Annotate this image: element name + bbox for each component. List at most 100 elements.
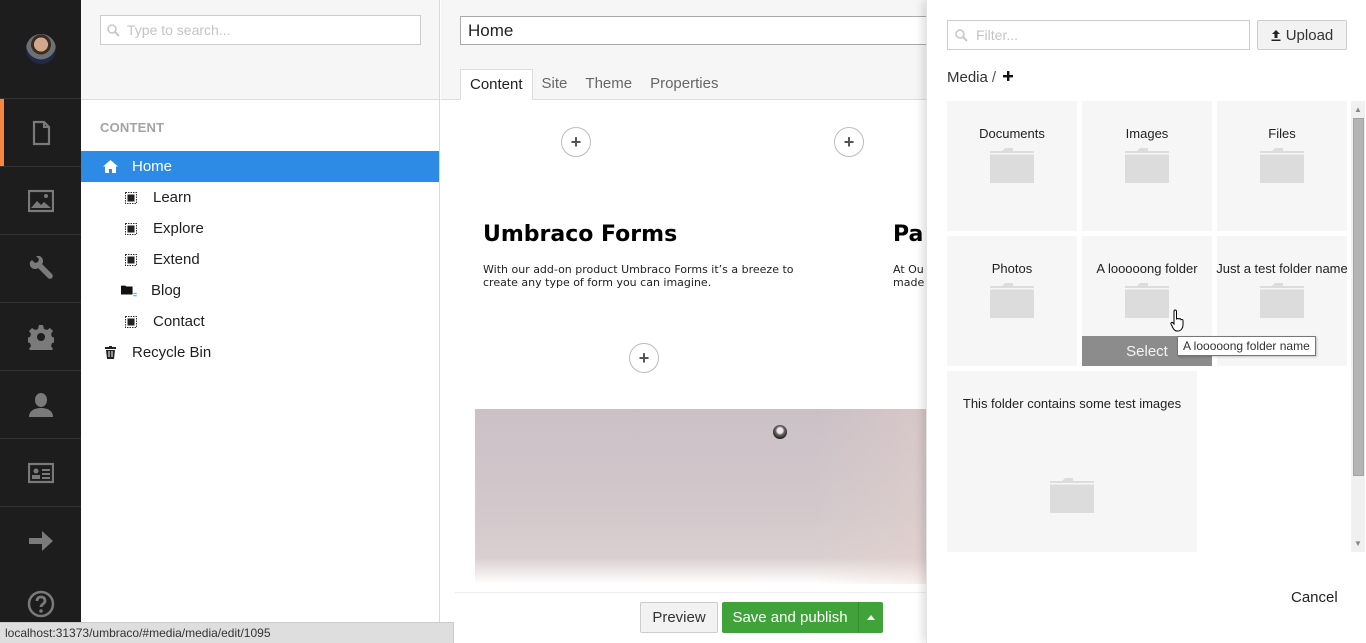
upload-label: Upload bbox=[1285, 26, 1334, 44]
plus-icon: + bbox=[638, 348, 650, 368]
add-content-button[interactable]: + bbox=[629, 343, 659, 373]
tree-item-blog[interactable]: Blog bbox=[81, 275, 439, 306]
folder-icon bbox=[1260, 148, 1304, 183]
folder-name: Files bbox=[1268, 126, 1296, 141]
tree-item-label: Recycle Bin bbox=[132, 344, 212, 361]
folder-name-tooltip: A looooong folder name bbox=[1177, 336, 1316, 356]
section-developer[interactable] bbox=[0, 235, 81, 303]
home-icon bbox=[102, 160, 118, 174]
breadcrumb-separator: / bbox=[991, 68, 997, 86]
app-sidebar bbox=[0, 0, 81, 643]
save-and-publish-label: Save and publish bbox=[732, 609, 848, 626]
plus-icon: + bbox=[843, 132, 855, 152]
tree-item-recycle-bin[interactable]: Recycle Bin bbox=[81, 337, 439, 368]
section-forms[interactable] bbox=[0, 507, 81, 575]
hand-cursor-icon bbox=[1170, 309, 1184, 332]
gear-icon bbox=[27, 324, 54, 350]
add-content-button[interactable]: + bbox=[561, 127, 591, 157]
folder-tile[interactable]: Photos bbox=[947, 236, 1077, 366]
folder-name: Photos bbox=[991, 261, 1033, 276]
folder-icon bbox=[1050, 478, 1094, 513]
help-button[interactable] bbox=[0, 590, 81, 618]
folder-name: Documents bbox=[979, 126, 1045, 141]
content-block-icon bbox=[123, 253, 139, 267]
block-text: At Ou made bbox=[893, 263, 925, 289]
section-settings[interactable] bbox=[0, 303, 81, 371]
cancel-button[interactable]: Cancel bbox=[1291, 589, 1338, 606]
node-name-input[interactable] bbox=[460, 16, 940, 45]
media-filter-input[interactable] bbox=[976, 27, 1236, 43]
tree-item-label: Blog bbox=[151, 282, 182, 299]
user-avatar[interactable] bbox=[25, 34, 56, 64]
breadcrumb-media-root[interactable]: Media bbox=[947, 69, 988, 86]
preview-button[interactable]: Preview bbox=[640, 602, 718, 633]
tree-item-extend[interactable]: Extend bbox=[81, 244, 439, 275]
content-block-icon bbox=[123, 222, 139, 236]
tree-item-label: Extend bbox=[153, 251, 200, 268]
search-icon bbox=[955, 28, 968, 42]
tree-item-label: Home bbox=[132, 158, 173, 175]
scroll-up-icon[interactable]: ▲ bbox=[1354, 105, 1362, 114]
browser-status-bar: localhost:31373/umbraco/#media/media/edi… bbox=[0, 622, 454, 643]
folder-icon bbox=[990, 283, 1034, 318]
section-users[interactable] bbox=[0, 371, 81, 439]
media-filter[interactable] bbox=[947, 20, 1250, 50]
content-block-icon bbox=[123, 315, 139, 329]
folder-list-icon bbox=[121, 284, 137, 298]
folder-name: Images bbox=[1125, 126, 1169, 141]
folder-icon bbox=[1125, 283, 1169, 318]
tab-properties[interactable]: Properties bbox=[641, 69, 727, 100]
tree-section-title: CONTENT bbox=[100, 120, 165, 135]
user-icon bbox=[28, 392, 53, 417]
tab-site[interactable]: Site bbox=[533, 69, 577, 100]
tab-theme[interactable]: Theme bbox=[576, 69, 641, 100]
folder-tile[interactable]: Files bbox=[1217, 101, 1347, 231]
image-focal-point[interactable] bbox=[773, 425, 787, 439]
save-and-publish-button[interactable]: Save and publish bbox=[722, 602, 883, 633]
scroll-down-icon[interactable]: ▼ bbox=[1354, 539, 1362, 548]
tree-search-input[interactable] bbox=[127, 22, 407, 38]
media-grid-scrollbar[interactable]: ▲ ▼ bbox=[1351, 101, 1365, 552]
tree-item-explore[interactable]: Explore bbox=[81, 213, 439, 244]
upload-button[interactable]: Upload bbox=[1257, 20, 1347, 50]
content-tree-panel: CONTENT Home Learn Explore Extend Blog C… bbox=[81, 0, 440, 643]
block-text: With our add-on product Umbraco Forms it… bbox=[483, 263, 794, 289]
folder-name: This folder contains some test images bbox=[962, 396, 1182, 411]
help-icon bbox=[27, 590, 54, 618]
block-title: Pa bbox=[893, 222, 924, 247]
content-block-icon bbox=[123, 191, 139, 205]
plus-icon bbox=[1003, 71, 1014, 81]
folder-tile[interactable]: Images bbox=[1082, 101, 1212, 231]
upload-icon bbox=[1271, 29, 1281, 41]
folder-icon bbox=[990, 148, 1034, 183]
section-members[interactable] bbox=[0, 439, 81, 507]
plus-icon: + bbox=[570, 132, 582, 152]
media-picker-panel: Upload Media / Documents Images Files Ph… bbox=[926, 0, 1366, 643]
create-folder-button[interactable] bbox=[1003, 68, 1014, 86]
folder-tile[interactable]: Documents bbox=[947, 101, 1077, 231]
section-content[interactable] bbox=[0, 99, 81, 167]
tree-item-label: Contact bbox=[153, 313, 205, 330]
folder-icon bbox=[1260, 283, 1304, 318]
tab-content[interactable]: Content bbox=[460, 69, 533, 100]
block-title: Umbraco Forms bbox=[483, 222, 678, 247]
tree-search[interactable] bbox=[100, 15, 421, 45]
add-content-button[interactable]: + bbox=[834, 127, 864, 157]
content-editor: Content Site Theme Properties + + Umbrac… bbox=[441, 0, 940, 643]
folder-tile[interactable]: This folder contains some test images bbox=[947, 371, 1197, 552]
tree-item-contact[interactable]: Contact bbox=[81, 306, 439, 337]
section-media[interactable] bbox=[0, 167, 81, 235]
publish-options-toggle[interactable] bbox=[858, 602, 883, 633]
folder-icon bbox=[1125, 148, 1169, 183]
document-icon bbox=[32, 120, 50, 145]
media-folder-grid: Documents Images Files Photos A looooong… bbox=[947, 101, 1347, 552]
tree-item-label: Explore bbox=[153, 220, 204, 237]
trash-icon bbox=[102, 346, 118, 360]
image-icon bbox=[27, 189, 54, 212]
editor-tabs: Content Site Theme Properties bbox=[460, 69, 727, 100]
tree-item-home[interactable]: Home bbox=[81, 151, 439, 182]
wrench-icon bbox=[29, 255, 53, 279]
tree-item-learn[interactable]: Learn bbox=[81, 182, 439, 213]
scrollbar-thumb[interactable] bbox=[1353, 118, 1364, 476]
tree-item-label: Learn bbox=[153, 189, 192, 206]
